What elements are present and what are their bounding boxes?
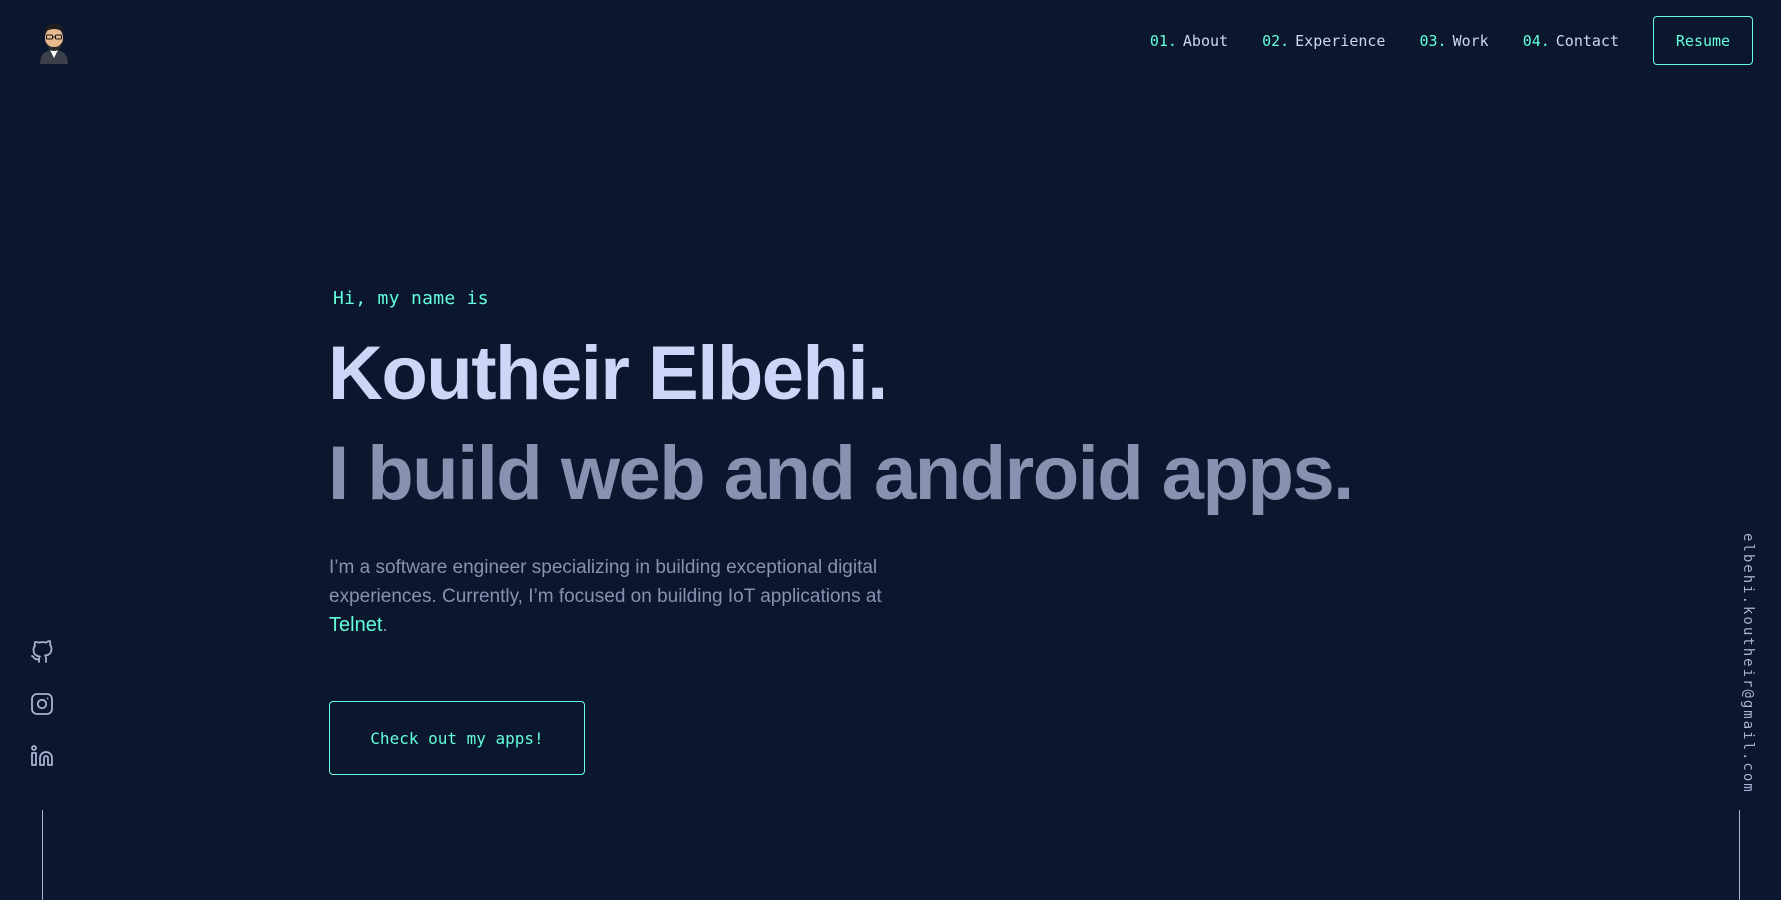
linkedin-icon[interactable] [30, 744, 54, 768]
nav-label: About [1182, 31, 1229, 50]
nav-number: 04. [1522, 31, 1550, 50]
github-icon[interactable] [30, 640, 54, 664]
main-nav: 01. About 02. Experience 03. Work 04. Co… [1150, 15, 1753, 66]
email-link[interactable]: elbehi.koutheir@gmail.com [1740, 533, 1756, 794]
left-divider-line [42, 810, 43, 900]
nav-number: 03. [1419, 31, 1447, 50]
company-link[interactable]: Telnet [329, 614, 382, 636]
hero-greeting: Hi, my name is [333, 288, 489, 309]
nav-item-work[interactable]: 03. Work [1419, 32, 1488, 50]
hero-name: Koutheir Elbehi. [328, 331, 888, 416]
social-links [28, 640, 56, 796]
instagram-icon[interactable] [30, 692, 54, 716]
nav-label: Work [1452, 31, 1489, 50]
nav-number: 02. [1262, 31, 1290, 50]
nav-number: 01. [1149, 31, 1177, 50]
hero-intro: I’m a software engineer specializing in … [329, 553, 929, 640]
nav-item-contact[interactable]: 04. Contact [1523, 32, 1619, 50]
hero-intro-end: . [382, 615, 388, 636]
hero-intro-text: I’m a software engineer specializing in … [329, 557, 882, 607]
nav-item-experience[interactable]: 02. Experience [1262, 32, 1385, 50]
hero-tagline: I build web and android apps. [328, 431, 1354, 516]
check-apps-button[interactable]: Check out my apps! [329, 701, 585, 775]
nav-label: Contact [1555, 31, 1619, 50]
right-divider-line [1739, 810, 1740, 900]
nav-item-about[interactable]: 01. About [1150, 32, 1228, 50]
nav-label: Experience [1295, 31, 1386, 50]
resume-button[interactable]: Resume [1653, 16, 1753, 65]
avatar-logo[interactable] [34, 20, 74, 64]
